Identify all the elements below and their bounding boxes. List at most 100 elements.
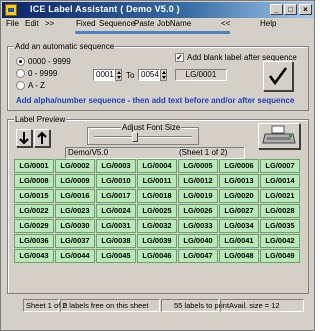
font-size-group: Adjust Font Size xyxy=(87,123,199,145)
menu-sequence[interactable]: Sequence xyxy=(99,19,135,28)
print-button[interactable] xyxy=(258,123,300,149)
label-cell[interactable]: LG/0046 xyxy=(137,249,177,263)
label-cell[interactable]: LG/0003 xyxy=(96,159,136,173)
label-cell[interactable]: LG/0044 xyxy=(55,249,95,263)
label-cell[interactable]: LG/0009 xyxy=(55,174,95,188)
label-cell[interactable]: LG/0022 xyxy=(14,204,54,218)
label-cell[interactable]: LG/0037 xyxy=(55,234,95,248)
printer-icon xyxy=(262,125,296,144)
label-cell[interactable]: LG/0014 xyxy=(260,174,300,188)
label-row: LG/0008 LG/0009 LG/0010 LG/0011 LG/0012 LG/00… xyxy=(14,174,303,188)
menu-fixed[interactable]: Fixed xyxy=(76,19,96,28)
sequence-instructions: Add alpha/number sequence - then add tex… xyxy=(16,96,295,105)
label-cell[interactable]: LG/0049 xyxy=(260,249,300,263)
label-cell[interactable]: LG/0027 xyxy=(219,204,259,218)
font-size-slider-track[interactable] xyxy=(94,136,192,138)
label-cell[interactable]: LG/0042 xyxy=(260,234,300,248)
menu-jobname[interactable]: JobName xyxy=(157,19,191,28)
label-row: LG/0001 LG/0002 LG/0003 LG/0004 LG/0005 LG/00… xyxy=(14,159,303,173)
to-label: To xyxy=(126,71,135,80)
label-cell[interactable]: LG/0011 xyxy=(137,174,177,188)
menu-help[interactable]: Help xyxy=(260,19,276,28)
label-cell[interactable]: LG/0028 xyxy=(260,204,300,218)
title-bar: ICE Label Assistant ( Demo V5.0 ) _ □ × xyxy=(2,2,314,18)
label-cell[interactable]: LG/0002 xyxy=(55,159,95,173)
label-cell[interactable]: LG/0029 xyxy=(14,219,54,233)
label-cell[interactable]: LG/0047 xyxy=(178,249,218,263)
label-cell[interactable]: LG/0017 xyxy=(96,189,136,203)
label-cell[interactable]: LG/0018 xyxy=(137,189,177,203)
menu-collapse[interactable]: << xyxy=(221,19,230,28)
label-cell[interactable]: LG/0032 xyxy=(137,219,177,233)
label-cell[interactable]: LG/0035 xyxy=(260,219,300,233)
from-spinner[interactable] xyxy=(115,69,122,81)
label-cell[interactable]: LG/0007 xyxy=(260,159,300,173)
doc-name: Demo/V5.0 xyxy=(68,148,109,157)
label-row: LG/0022 LG/0023 LG/0024 LG/0025 LG/0026 LG/00… xyxy=(14,204,303,218)
label-cell[interactable]: LG/0021 xyxy=(260,189,300,203)
app-window: ICE Label Assistant ( Demo V5.0 ) _ □ × … xyxy=(0,0,315,331)
label-row: LG/0015 LG/0016 LG/0017 LG/0018 LG/0019 LG/00… xyxy=(14,189,303,203)
radio-label-0-9999: 0 - 9999 xyxy=(28,69,58,78)
font-size-slider-thumb[interactable] xyxy=(132,132,138,142)
label-cell[interactable]: LG/0048 xyxy=(219,249,259,263)
label-cell[interactable]: LG/0006 xyxy=(219,159,259,173)
label-cell[interactable]: LG/0010 xyxy=(96,174,136,188)
label-grid: LG/0001 LG/0002 LG/0003 LG/0004 LG/0005 LG/00… xyxy=(14,159,303,264)
radio-0-9999[interactable] xyxy=(16,69,25,78)
label-cell[interactable]: LG/0030 xyxy=(55,219,95,233)
label-cell[interactable]: LG/0041 xyxy=(219,234,259,248)
label-cell[interactable]: LG/0038 xyxy=(96,234,136,248)
to-spinner[interactable] xyxy=(160,69,167,81)
maximize-button[interactable]: □ xyxy=(284,4,297,15)
label-cell[interactable]: LG/0039 xyxy=(137,234,177,248)
from-value-field[interactable]: 0001 xyxy=(93,69,115,81)
font-size-title: Adjust Font Size xyxy=(121,123,182,132)
label-cell[interactable]: LG/0036 xyxy=(14,234,54,248)
to-value-field[interactable]: 0054 xyxy=(138,69,160,81)
menu-highlight-bar xyxy=(75,31,230,34)
status-size: Avail. size = 12 xyxy=(220,299,304,312)
radio-label-a-z: A - Z xyxy=(28,81,45,90)
radio-0000-9999[interactable] xyxy=(16,57,25,66)
page-down-button[interactable] xyxy=(16,129,32,147)
ok-button[interactable] xyxy=(263,61,293,91)
label-cell[interactable]: LG/0033 xyxy=(178,219,218,233)
sheet-info: (Sheet 1 of 2) xyxy=(179,148,228,157)
label-cell[interactable]: LG/0019 xyxy=(178,189,218,203)
label-cell[interactable]: LG/0045 xyxy=(96,249,136,263)
menu-expand[interactable]: >> xyxy=(45,19,54,28)
radio-a-z[interactable] xyxy=(16,81,25,90)
label-cell[interactable]: LG/0023 xyxy=(55,204,95,218)
label-cell[interactable]: LG/0034 xyxy=(219,219,259,233)
window-title: ICE Label Assistant ( Demo V5.0 ) xyxy=(30,4,180,14)
label-cell[interactable]: LG/0005 xyxy=(178,159,218,173)
label-cell[interactable]: LG/0040 xyxy=(178,234,218,248)
arrow-down-icon xyxy=(19,132,29,145)
menu-edit[interactable]: Edit xyxy=(25,19,39,28)
label-cell[interactable]: LG/0025 xyxy=(137,204,177,218)
label-cell[interactable]: LG/0001 xyxy=(14,159,54,173)
app-icon xyxy=(5,4,17,16)
minimize-button[interactable]: _ xyxy=(270,4,283,15)
label-cell[interactable]: LG/0043 xyxy=(14,249,54,263)
label-cell[interactable]: LG/0020 xyxy=(219,189,259,203)
close-button[interactable]: × xyxy=(299,4,312,15)
page-up-button[interactable] xyxy=(34,129,50,147)
menu-paste[interactable]: Paste xyxy=(134,19,154,28)
label-cell[interactable]: LG/0004 xyxy=(137,159,177,173)
label-cell[interactable]: LG/0008 xyxy=(14,174,54,188)
label-cell[interactable]: LG/0026 xyxy=(178,204,218,218)
label-cell[interactable]: LG/0031 xyxy=(96,219,136,233)
label-cell[interactable]: LG/0012 xyxy=(178,174,218,188)
label-cell[interactable]: LG/0016 xyxy=(55,189,95,203)
label-cell[interactable]: LG/0024 xyxy=(96,204,136,218)
menu-file[interactable]: File xyxy=(6,19,19,28)
label-row: LG/0043 LG/0044 LG/0045 LG/0046 LG/0047 LG/00… xyxy=(14,249,303,263)
sequence-preview-field: LG/0001 xyxy=(175,69,227,81)
label-cell[interactable]: LG/0013 xyxy=(219,174,259,188)
add-blank-checkbox[interactable]: ✓ xyxy=(175,53,184,62)
status-free: 0 labels free on this sheet xyxy=(60,299,160,312)
sequence-panel: Add an automatic sequence 0000 - 9999 0 … xyxy=(7,42,309,111)
label-cell[interactable]: LG/0015 xyxy=(14,189,54,203)
